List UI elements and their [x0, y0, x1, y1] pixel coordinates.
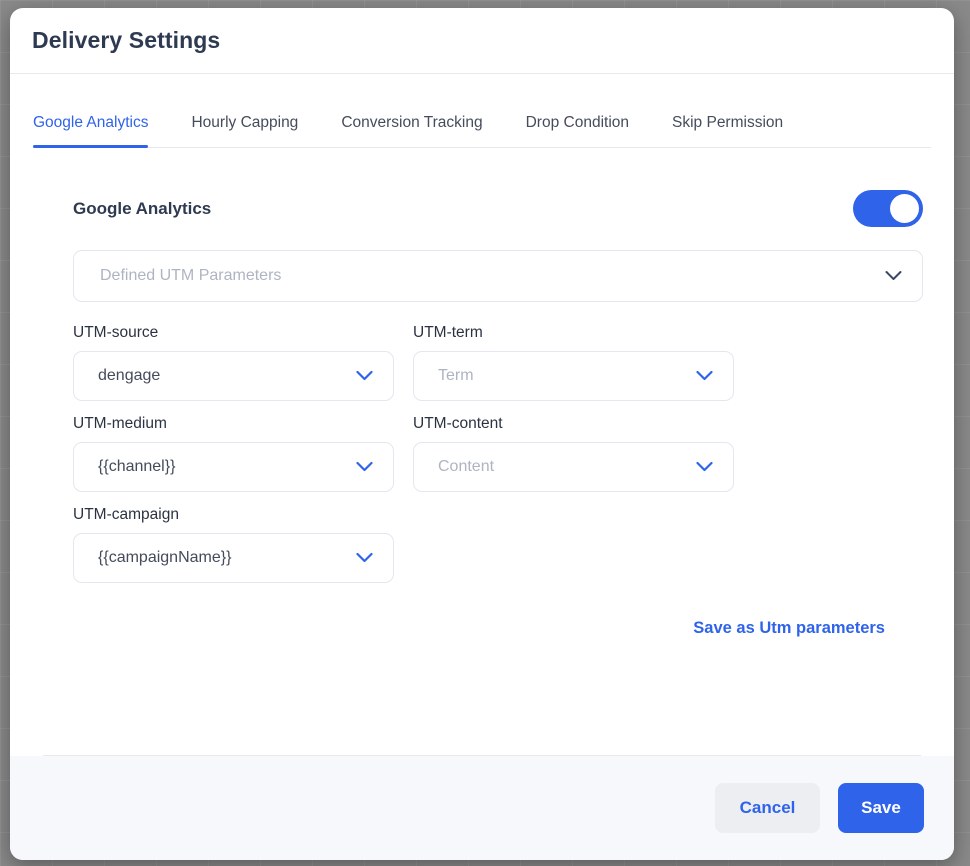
field-label-utm-campaign: UTM-campaign [73, 506, 179, 523]
field-label-utm-source: UTM-source [73, 324, 159, 341]
chevron-down-icon [356, 552, 373, 564]
tab-skip-permission[interactable]: Skip Permission [672, 114, 783, 147]
utm-content-select[interactable]: Content [413, 442, 734, 492]
tab-hourly-capping[interactable]: Hourly Capping [191, 114, 298, 147]
utm-campaign-select[interactable]: {{campaignName}} [73, 533, 394, 583]
chevron-down-icon [696, 370, 713, 382]
field-label-utm-medium: UTM-medium [73, 415, 167, 432]
tab-bar: Google Analytics Hourly Capping Conversi… [33, 74, 931, 148]
chevron-down-icon [356, 461, 373, 473]
tab-drop-condition[interactable]: Drop Condition [526, 114, 629, 147]
save-as-utm-parameters-link[interactable]: Save as Utm parameters [693, 619, 885, 638]
tabs-container: Google Analytics Hourly Capping Conversi… [10, 74, 954, 148]
chevron-down-icon [356, 370, 373, 382]
delivery-settings-dialog: Delivery Settings Google Analytics Hourl… [10, 8, 954, 860]
field-utm-medium: UTM-medium {{channel}} [73, 415, 394, 492]
body-divider [43, 755, 921, 756]
field-label-utm-term: UTM-term [413, 324, 483, 341]
google-analytics-toggle[interactable] [853, 190, 923, 227]
utm-fields-grid: UTM-source dengage UTM-term Term UTM-med… [33, 302, 931, 583]
field-utm-content: UTM-content Content [413, 415, 734, 492]
utm-medium-select[interactable]: {{channel}} [73, 442, 394, 492]
defined-utm-parameters-select[interactable]: Defined UTM Parameters [73, 250, 923, 302]
dialog-header: Delivery Settings [10, 8, 954, 74]
utm-term-select[interactable]: Term [413, 351, 734, 401]
dialog-footer: Cancel Save [10, 756, 954, 860]
toggle-knob [890, 194, 919, 223]
field-utm-source: UTM-source dengage [73, 324, 394, 401]
field-utm-term: UTM-term Term [413, 324, 734, 401]
tab-google-analytics[interactable]: Google Analytics [33, 114, 149, 148]
dialog-body: Google Analytics Defined UTM Parameters … [10, 148, 954, 756]
defined-utm-row: Defined UTM Parameters [33, 227, 931, 302]
cancel-button[interactable]: Cancel [715, 783, 820, 833]
google-analytics-section-header: Google Analytics [33, 148, 931, 227]
field-utm-campaign: UTM-campaign {{campaignName}} [73, 506, 394, 583]
save-utm-link-row: Save as Utm parameters [33, 583, 931, 638]
field-label-utm-content: UTM-content [413, 415, 503, 432]
tab-conversion-tracking[interactable]: Conversion Tracking [341, 114, 482, 147]
save-button[interactable]: Save [838, 783, 924, 833]
utm-source-select[interactable]: dengage [73, 351, 394, 401]
section-title: Google Analytics [73, 198, 212, 218]
chevron-down-icon [885, 271, 902, 282]
page-title: Delivery Settings [32, 27, 221, 53]
chevron-down-icon [696, 461, 713, 473]
